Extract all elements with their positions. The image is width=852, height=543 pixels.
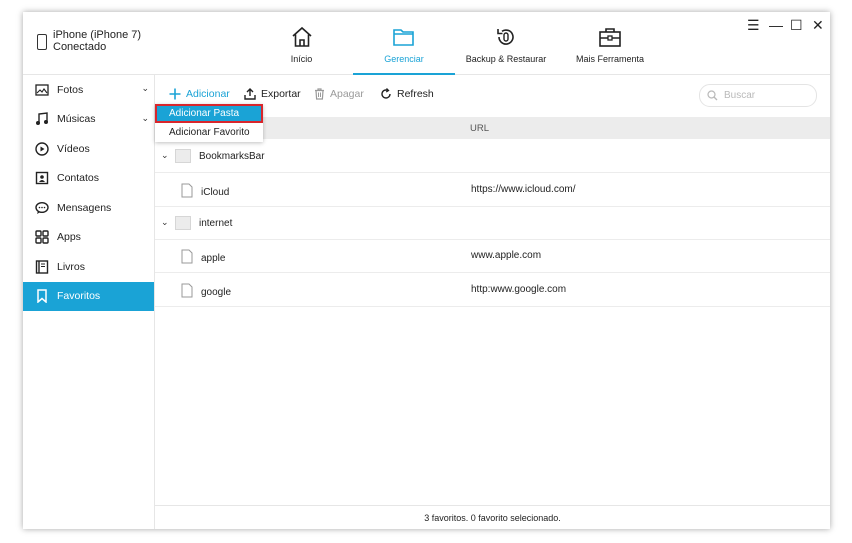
tab-backup-label: Backup & Restaurar — [465, 54, 547, 64]
photo-icon — [35, 83, 49, 97]
bookmark-icon — [35, 289, 49, 304]
search-input[interactable] — [722, 89, 806, 102]
sidebar-item-musicas[interactable]: Músicas ⌄ — [23, 105, 154, 135]
sidebar: Fotos ⌄ Músicas ⌄ Vídeos Contatos Mensag… — [23, 75, 155, 529]
row-name: BookmarksBar — [199, 150, 265, 162]
tab-backup-restaurar[interactable]: Backup & Restaurar — [465, 12, 547, 74]
file-icon — [181, 183, 193, 201]
sidebar-item-contatos[interactable]: Contatos — [23, 164, 154, 194]
plus-icon — [169, 88, 181, 100]
column-header-url[interactable]: URL — [470, 123, 489, 134]
tab-mais-ferramenta-label: Mais Ferramenta — [575, 54, 645, 64]
refresh-button[interactable]: Refresh — [380, 88, 434, 100]
file-icon — [181, 249, 193, 267]
device-name: iPhone (iPhone 7) — [53, 29, 142, 41]
delete-button-label: Apagar — [330, 88, 364, 100]
sidebar-item-mensagens[interactable]: Mensagens — [23, 193, 154, 223]
menu-item-adicionar-pasta[interactable]: Adicionar Pasta — [155, 104, 263, 123]
folder-icon — [391, 25, 417, 51]
add-button[interactable]: Adicionar — [169, 88, 230, 100]
message-bubble-icon — [35, 201, 49, 215]
row-url: https://www.icloud.com/ — [471, 184, 576, 195]
row-name: internet — [199, 217, 233, 229]
add-dropdown-menu: Adicionar Pasta Adicionar Favorito — [155, 104, 263, 142]
row-url: www.apple.com — [471, 250, 542, 261]
tab-gerenciar[interactable]: Gerenciar — [353, 12, 455, 75]
device-info: iPhone (iPhone 7) Conectado — [37, 29, 141, 53]
folder-icon — [175, 216, 191, 230]
book-icon — [35, 260, 49, 274]
folder-icon — [175, 149, 191, 163]
play-circle-icon — [35, 142, 49, 156]
chevron-down-icon[interactable]: ⌄ — [141, 113, 149, 124]
trash-icon — [314, 88, 325, 100]
table-row[interactable]: ⌄ BookmarksBar — [155, 139, 830, 173]
row-name: apple — [201, 252, 226, 264]
sidebar-item-label: Mensagens — [57, 201, 112, 214]
table-row[interactable]: iCloud https://www.icloud.com/ — [155, 173, 830, 207]
export-icon — [244, 88, 256, 100]
backup-restore-icon — [494, 25, 518, 51]
menu-item-adicionar-favorito[interactable]: Adicionar Favorito — [155, 123, 263, 142]
sidebar-item-label: Fotos — [57, 83, 84, 96]
phone-icon — [37, 34, 47, 50]
sidebar-item-label: Vídeos — [57, 142, 90, 155]
table-row[interactable]: google http:www.google.com — [155, 273, 830, 307]
apps-grid-icon — [35, 230, 49, 244]
music-note-icon — [35, 112, 49, 126]
chevron-down-icon[interactable]: ⌄ — [161, 217, 169, 228]
add-button-label: Adicionar — [186, 88, 230, 100]
sidebar-item-label: Favoritos — [57, 290, 101, 303]
sidebar-item-livros[interactable]: Livros — [23, 252, 154, 282]
tab-inicio-label: Início — [290, 54, 313, 64]
sidebar-item-apps[interactable]: Apps — [23, 223, 154, 253]
file-icon — [181, 283, 193, 301]
row-url: http:www.google.com — [471, 284, 567, 295]
sidebar-item-videos[interactable]: Vídeos — [23, 134, 154, 164]
tab-gerenciar-label: Gerenciar — [384, 54, 424, 64]
tab-inicio[interactable]: Início — [279, 12, 324, 74]
refresh-button-label: Refresh — [397, 88, 434, 100]
sidebar-item-favoritos[interactable]: Favoritos — [23, 281, 154, 311]
table-row[interactable]: apple www.apple.com — [155, 239, 830, 273]
tab-mais-ferramenta[interactable]: Mais Ferramenta — [575, 12, 645, 74]
chevron-down-icon[interactable]: ⌄ — [161, 150, 169, 161]
contact-card-icon — [35, 171, 49, 185]
sidebar-item-fotos[interactable]: Fotos ⌄ — [23, 75, 154, 105]
menu-icon[interactable]: ☰ — [747, 17, 760, 34]
refresh-icon — [380, 88, 392, 100]
search-box[interactable] — [699, 84, 817, 107]
search-icon — [707, 90, 718, 101]
delete-button[interactable]: Apagar — [314, 88, 364, 100]
toolbox-icon — [597, 25, 623, 51]
status-bar: 3 favoritos. 0 favorito selecionado. — [155, 505, 830, 529]
export-button-label: Exportar — [261, 88, 301, 100]
maximize-button[interactable]: ☐ — [790, 17, 803, 34]
device-status: Conectado — [53, 41, 107, 53]
top-bar: iPhone (iPhone 7) Conectado Início Geren… — [23, 12, 830, 75]
home-icon — [290, 25, 314, 51]
export-button[interactable]: Exportar — [244, 88, 301, 100]
minimize-button[interactable]: — — [769, 17, 783, 33]
app-window: iPhone (iPhone 7) Conectado Início Geren… — [23, 12, 830, 529]
sidebar-item-label: Músicas — [57, 113, 96, 126]
row-name: google — [201, 286, 232, 298]
sidebar-item-label: Contatos — [57, 172, 100, 185]
close-button[interactable]: ✕ — [812, 17, 824, 34]
row-name: iCloud — [201, 186, 230, 198]
table-row[interactable]: ⌄ internet — [155, 206, 830, 240]
chevron-down-icon[interactable]: ⌄ — [141, 83, 149, 94]
sidebar-item-label: Livros — [57, 260, 86, 273]
sidebar-item-label: Apps — [57, 231, 81, 244]
